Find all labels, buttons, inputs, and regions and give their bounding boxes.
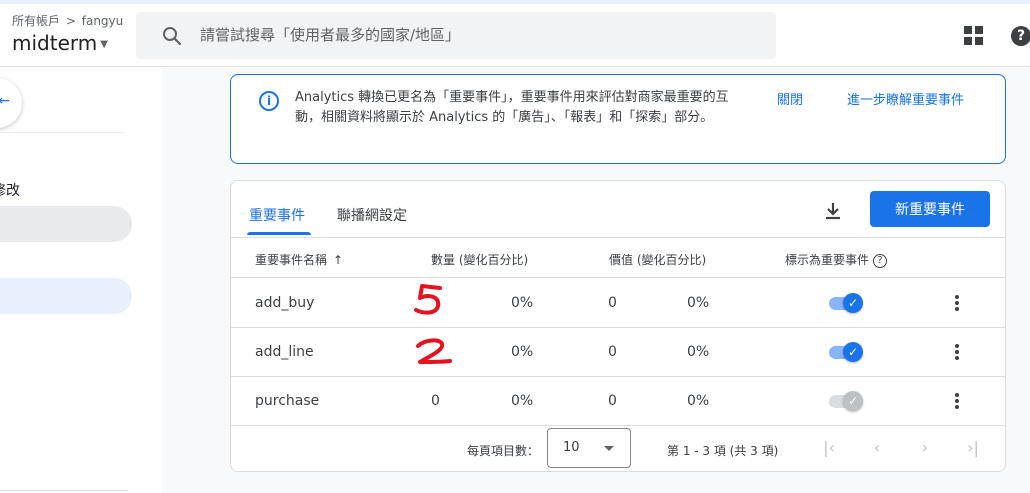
column-mark-label: 標示為重要事件 [785, 253, 870, 267]
property-selector[interactable]: midterm ▼ [12, 31, 108, 55]
table-row: add_buy 0% 0 0% ✓ [231, 279, 1005, 328]
first-page-icon[interactable]: |‹ [819, 438, 839, 458]
key-event-toggle[interactable]: ✓ [827, 342, 863, 362]
event-value-change: 0% [687, 393, 710, 409]
banner-message: Analytics 轉換已更名為「重要事件」，重要事件用來評估對商家最重要的互動… [295, 90, 729, 125]
sidebar-item-highlight[interactable] [0, 206, 132, 242]
event-name: add_buy [255, 295, 315, 311]
column-header-mark: 標示為重要事件? [785, 251, 888, 268]
check-icon: ✓ [843, 293, 863, 313]
sidebar-divider [0, 132, 124, 133]
dropdown-arrow-icon [604, 446, 614, 451]
table-footer: 每頁項目數： 10 第 1 - 3 項 (共 3 項) |‹ ‹ › ›| [231, 426, 1005, 472]
breadcrumb[interactable]: 所有帳戶 > fangyu [12, 12, 123, 29]
main-content: i Analytics 轉換已更名為「重要事件」，重要事件用來評估對商家最重要的… [162, 68, 1030, 493]
tab-key-events[interactable]: 重要事件 [249, 205, 305, 225]
event-name: add_line [255, 344, 314, 360]
search-icon [163, 27, 182, 46]
key-event-toggle[interactable]: ✓ [827, 293, 863, 313]
sidebar-item-selected[interactable] [0, 278, 132, 314]
tab-network-settings[interactable]: 聯播網設定 [337, 205, 407, 225]
key-event-toggle-disabled: ✓ [827, 391, 863, 411]
dismiss-link[interactable]: 關閉 [777, 89, 803, 108]
event-name: purchase [255, 393, 320, 409]
breadcrumb-separator: > [65, 14, 76, 28]
info-icon: i [259, 91, 279, 111]
column-header-name[interactable]: 重要事件名稱 ↑ [255, 251, 343, 268]
chevron-down-icon: ▼ [100, 39, 108, 50]
search-input[interactable] [200, 20, 760, 50]
more-vert-icon[interactable] [949, 342, 965, 362]
column-header-value[interactable]: 價值 (變化百分比) [609, 251, 706, 268]
table-header: 重要事件名稱 ↑ 數量 (變化百分比) 價值 (變化百分比) 標示為重要事件? [231, 238, 1005, 278]
event-count-change: 0% [511, 344, 534, 360]
new-key-event-button[interactable]: 新重要事件 [870, 191, 990, 227]
top-header: 所有帳戶 > fangyu midterm▼ ? [0, 4, 1030, 67]
rows-per-page-value: 10 [563, 440, 580, 455]
apps-grid-icon[interactable] [964, 26, 984, 46]
column-header-count[interactable]: 數量 (變化百分比) [431, 251, 528, 268]
event-value-change: 0% [687, 295, 710, 311]
previous-page-icon[interactable]: ‹ [867, 438, 887, 458]
help-circle-icon[interactable]: ? [873, 253, 888, 268]
key-events-card: 重要事件 聯播網設定 新重要事件 重要事件名稱 ↑ 數量 (變化百分比) 價值 (… [230, 180, 1006, 472]
event-count-change: 0% [511, 295, 534, 311]
back-button[interactable]: ← [0, 78, 22, 128]
arrow-left-icon: ← [0, 93, 10, 109]
check-icon: ✓ [843, 391, 863, 411]
breadcrumb-root: 所有帳戶 [12, 14, 61, 28]
event-value: 0 [608, 344, 617, 360]
event-value-change: 0% [687, 344, 710, 360]
event-count-change: 0% [511, 393, 534, 409]
column-name-label: 重要事件名稱 [255, 253, 328, 267]
active-tab-indicator [247, 232, 311, 235]
sidebar-partial-label: 修改 [0, 183, 20, 199]
event-count: 0 [431, 393, 440, 409]
pagination-range: 第 1 - 3 項 (共 3 項) [667, 444, 779, 458]
learn-more-link[interactable]: 進一步瞭解重要事件 [847, 89, 964, 108]
event-value: 0 [608, 393, 617, 409]
more-vert-icon[interactable] [949, 293, 965, 313]
table-row: purchase 0 0% 0 0% ✓ [231, 377, 1005, 426]
download-icon[interactable] [821, 199, 845, 223]
more-vert-icon[interactable] [949, 391, 965, 411]
next-page-icon[interactable]: › [915, 438, 935, 458]
rows-per-page-label: 每頁項目數： [467, 444, 540, 458]
left-sidebar: ← 修改 [0, 68, 160, 493]
breadcrumb-account: fangyu [81, 14, 124, 28]
sort-ascending-icon: ↑ [333, 253, 344, 267]
table-row: add_line 0% 0 0% ✓ [231, 328, 1005, 377]
check-icon: ✓ [843, 342, 863, 362]
search-bar[interactable] [136, 12, 776, 59]
event-value: 0 [608, 295, 617, 311]
property-name: midterm [12, 31, 98, 55]
help-icon[interactable]: ? [1011, 26, 1030, 46]
sidebar-bottom-divider [0, 490, 128, 491]
rows-per-page-select[interactable]: 10 [547, 428, 631, 468]
last-page-icon[interactable]: ›| [963, 438, 983, 458]
info-banner: i Analytics 轉換已更名為「重要事件」，重要事件用來評估對商家最重要的… [230, 74, 1006, 164]
